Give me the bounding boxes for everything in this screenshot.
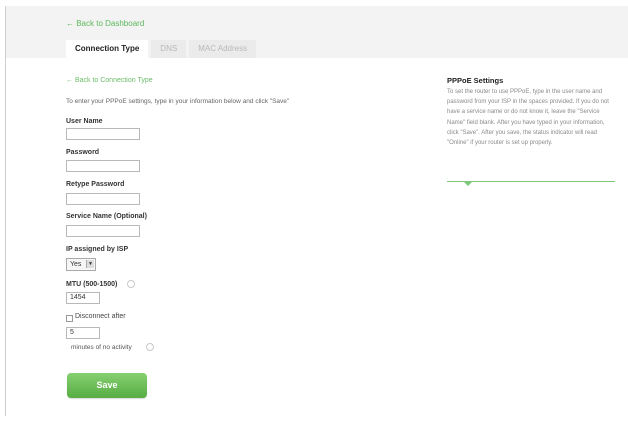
retype-password-input[interactable] (66, 193, 140, 205)
disconnect-info-icon[interactable] (146, 343, 154, 351)
intro-text: To enter your PPPoE settings, type in yo… (66, 98, 290, 105)
user-name-label: User Name (66, 118, 103, 125)
password-input[interactable] (66, 160, 140, 172)
back-to-dashboard-link[interactable]: ← Back to Dashboard (66, 19, 144, 28)
tab-mac-address[interactable]: MAC Address (189, 40, 257, 58)
mtu-info-icon[interactable] (127, 280, 135, 288)
disconnect-minutes-input[interactable] (66, 327, 100, 339)
tab-connection-type[interactable]: Connection Type (66, 40, 149, 58)
password-label: Password (66, 149, 100, 156)
back-to-connection-type-link[interactable]: ← Back to Connection Type (66, 77, 153, 84)
mtu-input[interactable] (66, 292, 100, 304)
service-name-label: Service Name (Optional) (66, 213, 147, 220)
ip-assigned-value: Yes (70, 261, 82, 268)
minutes-label: minutes of no activity (71, 344, 132, 351)
service-name-input[interactable] (66, 225, 140, 237)
retype-password-label: Retype Password (66, 181, 125, 188)
ip-assigned-select[interactable]: Yes ▼ (66, 258, 96, 271)
user-name-input[interactable] (66, 128, 140, 140)
help-divider-notch (463, 181, 473, 186)
ip-assigned-label: IP assigned by ISP (66, 246, 129, 253)
disconnect-checkbox[interactable] (66, 315, 73, 322)
help-body: To set the router to use PPPoE, type in … (447, 89, 609, 147)
save-button[interactable]: Save (67, 373, 147, 398)
mtu-label: MTU (500-1500) (66, 281, 118, 288)
tab-bar: Connection Type DNS MAC Address (66, 40, 259, 58)
help-title: PPPoE Settings (447, 76, 504, 85)
tab-dns[interactable]: DNS (151, 40, 187, 58)
page-frame-border (5, 6, 6, 416)
chevron-down-icon: ▼ (86, 260, 94, 268)
disconnect-label: Disconnect after (75, 313, 126, 320)
